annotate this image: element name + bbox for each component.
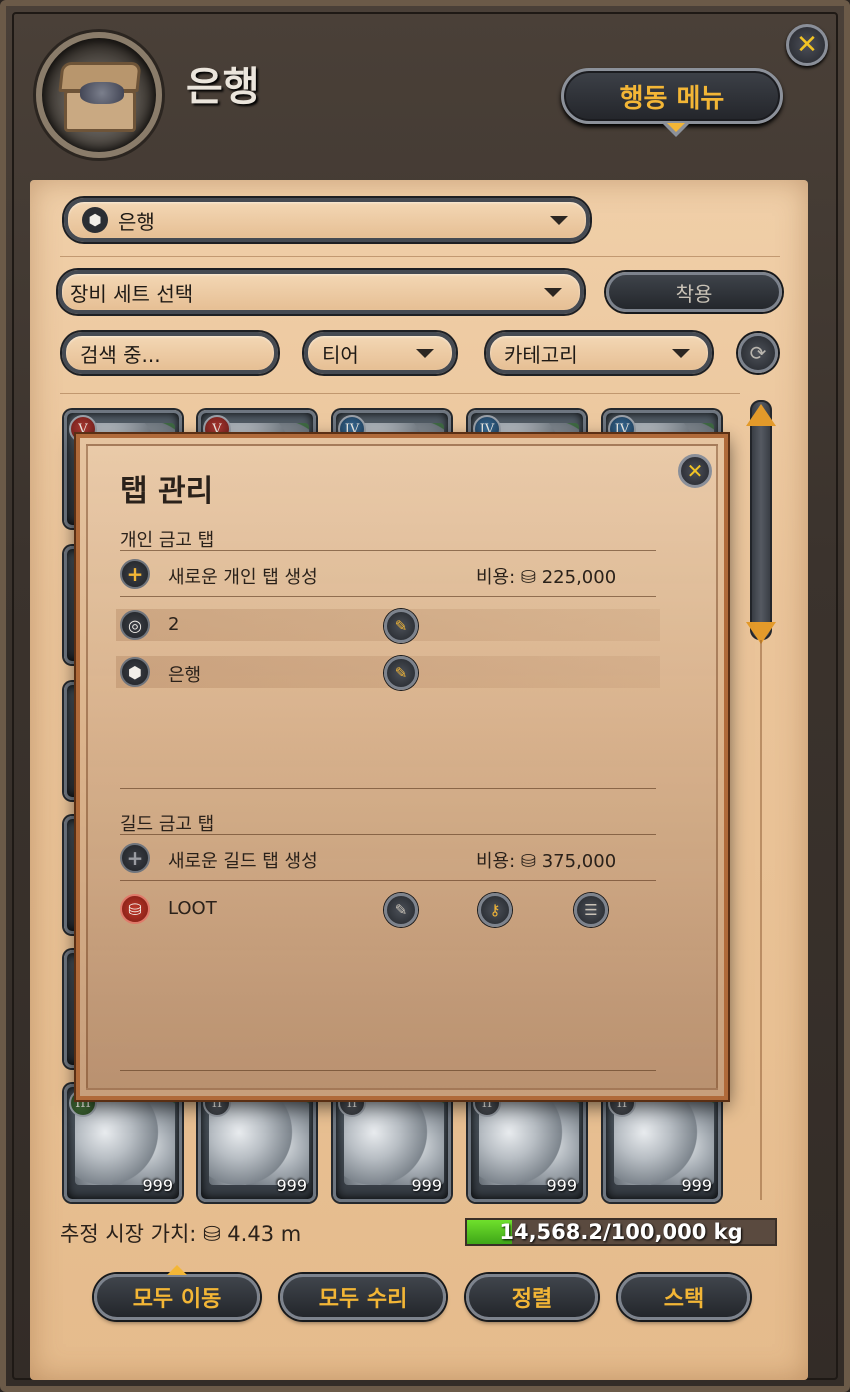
tier-label: 티어 xyxy=(322,342,359,367)
guild-tab-name: LOOT xyxy=(168,898,217,919)
stack-count: 999 xyxy=(546,1176,577,1195)
log-button[interactable]: ☰ xyxy=(574,893,608,927)
plus-icon: + xyxy=(120,559,150,589)
stack-count: 999 xyxy=(681,1176,712,1195)
chevron-down-icon xyxy=(662,123,690,137)
edit-tab-button[interactable]: ✎ xyxy=(384,893,418,927)
chevron-down-icon xyxy=(550,216,568,225)
weight-text: 14,568.2/100,000 kg xyxy=(499,1220,743,1244)
move-all-label: 모두 이동 xyxy=(132,1287,222,1312)
divider xyxy=(120,880,656,881)
create-guild-tab-row[interactable]: + 새로운 길드 탭 생성 비용: ⛁ 375,000 xyxy=(116,842,660,874)
inventory-slot[interactable]: II 999 xyxy=(333,1084,451,1202)
create-guild-tab-label: 새로운 길드 탭 생성 xyxy=(168,851,318,872)
stack-button[interactable]: 스택 xyxy=(618,1274,750,1320)
window-title: 은행 xyxy=(186,64,260,110)
scroll-up-icon[interactable] xyxy=(746,404,776,426)
apply-set-button[interactable]: 착용 xyxy=(606,272,782,312)
search-placeholder: 검색 중... xyxy=(80,342,161,367)
edit-tab-button[interactable]: ✎ xyxy=(384,609,418,643)
inventory-slot[interactable]: II 999 xyxy=(468,1084,586,1202)
edit-icon: ✎ xyxy=(394,664,408,682)
personal-section-label: 개인 금고 탭 xyxy=(120,530,215,551)
divider xyxy=(120,788,656,789)
personal-tab-row: ◎ 2 ✎ xyxy=(116,609,660,643)
stack-count: 999 xyxy=(276,1176,307,1195)
guild-tab-cost: 비용: ⛁ 375,000 xyxy=(476,851,617,872)
key-icon: ⚷ xyxy=(489,901,501,919)
reset-filter-button[interactable]: ⟳ xyxy=(738,333,778,373)
tier-dropdown[interactable]: 티어 xyxy=(304,332,456,374)
divider xyxy=(120,1070,656,1071)
divider xyxy=(120,550,656,551)
scroll-track-line xyxy=(760,640,762,1200)
bank-tab-label: 은행 xyxy=(118,209,155,234)
permissions-button[interactable]: ⚷ xyxy=(478,893,512,927)
personal-tab-cost: 비용: ⛁ 225,000 xyxy=(476,567,617,588)
equipment-set-dropdown[interactable]: 장비 세트 선택 xyxy=(58,270,584,314)
inventory-slot[interactable]: III 999 xyxy=(64,1084,182,1202)
divider xyxy=(60,393,740,394)
sort-label: 정렬 xyxy=(511,1287,553,1312)
close-window-button[interactable]: ✕ xyxy=(786,24,828,66)
bank-chest-portrait xyxy=(36,32,162,158)
chevron-down-icon xyxy=(672,349,690,358)
inventory-slot[interactable]: II 999 xyxy=(198,1084,316,1202)
chevron-down-icon xyxy=(544,288,562,297)
edit-icon: ✎ xyxy=(394,617,408,635)
plus-icon: + xyxy=(120,843,150,873)
equipment-set-label: 장비 세트 선택 xyxy=(70,281,194,306)
dialog-title: 탭 관리 xyxy=(120,474,214,509)
search-input[interactable]: 검색 중... xyxy=(62,332,278,374)
stack-label: 스택 xyxy=(663,1287,705,1312)
box-icon: ⬢ xyxy=(120,657,150,687)
create-personal-tab-label: 새로운 개인 탭 생성 xyxy=(168,567,318,588)
bank-tab-dropdown[interactable]: ⬢ 은행 xyxy=(64,198,590,242)
category-dropdown[interactable]: 카테고리 xyxy=(486,332,712,374)
category-label: 카테고리 xyxy=(504,342,578,367)
move-all-button[interactable]: 모두 이동 xyxy=(94,1265,260,1320)
close-icon: ✕ xyxy=(686,459,704,483)
target-icon: ◎ xyxy=(120,610,150,640)
edit-tab-button[interactable]: ✎ xyxy=(384,656,418,690)
chevron-up-icon xyxy=(167,1265,187,1275)
action-menu-label: 행동 메뉴 xyxy=(619,83,725,114)
personal-tab-name: 2 xyxy=(168,614,180,635)
personal-tab-name: 은행 xyxy=(168,665,202,686)
market-value: 추정 시장 가치: ⛁ 4.43 m xyxy=(60,1222,302,1246)
stack-count: 999 xyxy=(142,1176,173,1195)
divider xyxy=(120,834,656,835)
repair-all-button[interactable]: 모두 수리 xyxy=(280,1274,446,1320)
inventory-scrollbar[interactable] xyxy=(750,400,772,640)
weight-bar: 14,568.2/100,000 kg xyxy=(465,1218,777,1246)
stack-count: 999 xyxy=(411,1176,442,1195)
sort-button[interactable]: 정렬 xyxy=(466,1274,598,1320)
guild-section-label: 길드 금고 탭 xyxy=(120,814,215,835)
inventory-slot[interactable]: II 999 xyxy=(603,1084,721,1202)
chest-loot-icon xyxy=(80,82,124,104)
list-icon: ☰ xyxy=(584,901,598,919)
divider xyxy=(120,596,656,597)
repair-all-label: 모두 수리 xyxy=(318,1287,408,1312)
close-dialog-button[interactable]: ✕ xyxy=(678,454,712,488)
guild-tab-row: ⛁ LOOT ✎ ⚷ ☰ xyxy=(116,893,660,927)
chevron-down-icon xyxy=(416,349,434,358)
action-menu-button[interactable]: 행동 메뉴 xyxy=(561,68,783,137)
apply-set-label: 착용 xyxy=(675,281,713,306)
box-icon: ⬢ xyxy=(82,207,108,233)
personal-tab-row: ⬢ 은행 ✎ xyxy=(116,656,660,690)
divider xyxy=(60,256,780,257)
close-icon: ✕ xyxy=(796,30,818,60)
create-personal-tab-row[interactable]: + 새로운 개인 탭 생성 비용: ⛁ 225,000 xyxy=(116,558,660,590)
coins-icon: ⛁ xyxy=(120,894,150,924)
edit-icon: ✎ xyxy=(394,901,408,919)
refresh-icon: ⟳ xyxy=(749,341,767,365)
tab-management-dialog: 탭 관리 ✕ 개인 금고 탭 + 새로운 개인 탭 생성 비용: ⛁ 225,0… xyxy=(76,434,728,1100)
